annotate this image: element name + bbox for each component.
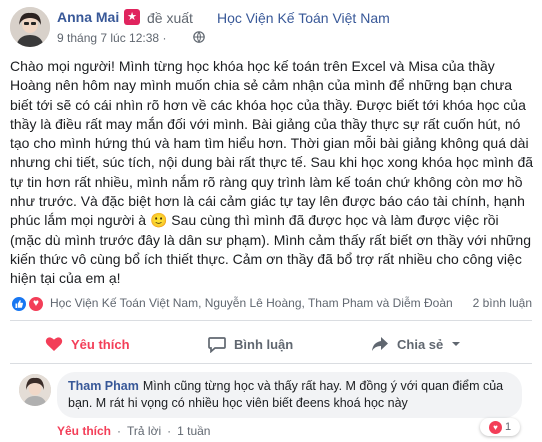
- comment-time[interactable]: 1 tuần: [177, 424, 210, 438]
- comment-reaction-badge[interactable]: ♥ 1: [480, 418, 520, 436]
- commenter-name[interactable]: Tham Pham: [68, 379, 139, 393]
- action-bar: Yêu thích Bình luận Chia sẻ: [0, 327, 542, 361]
- comment-label: Bình luận: [234, 336, 294, 352]
- reactions-bar: ♥ Học Viện Kế Toán Việt Nam, Nguyễn Lê H…: [0, 292, 542, 314]
- love-reaction-icon: ♥: [488, 420, 502, 434]
- recommend-text: đề xuất: [147, 10, 193, 26]
- post-header: Anna Mai ★ đề xuất Học Viện Kế Toán Việt…: [0, 0, 542, 52]
- divider: [10, 320, 532, 321]
- page-name-link[interactable]: Học Viện Kế Toán Việt Nam: [217, 10, 390, 26]
- globe-icon: [193, 31, 205, 43]
- like-label: Yêu thích: [71, 336, 130, 352]
- comment-reply-button[interactable]: Trả lời: [127, 424, 161, 438]
- share-icon: [372, 337, 388, 351]
- chevron-down-icon[interactable]: [449, 337, 463, 351]
- love-reaction-icon: ♥: [27, 295, 45, 313]
- like-button[interactable]: Yêu thích: [45, 327, 130, 361]
- comment-item: Tham Pham Mình cũng từng học và thấy rất …: [0, 370, 542, 442]
- recommend-badge-icon: ★: [124, 9, 140, 25]
- author-name[interactable]: Anna Mai: [57, 9, 119, 25]
- share-button[interactable]: Chia sẻ: [371, 327, 471, 361]
- like-reaction-icon: [10, 295, 28, 313]
- comment-actions: Yêu thích · Trả lời · 1 tuần: [57, 424, 210, 438]
- comment-content: Tham Pham Mình cũng từng học và thấy rất …: [68, 378, 520, 412]
- comment-icon: [208, 336, 226, 353]
- comments-count[interactable]: 2 bình luận: [473, 296, 532, 310]
- author-avatar[interactable]: [10, 7, 50, 47]
- post-body: Chào mọi người! Mình từng học khóa học k…: [10, 58, 534, 287]
- comment-like-button[interactable]: Yêu thích: [57, 424, 111, 438]
- meta-separator: ·: [162, 31, 167, 45]
- post-timestamp[interactable]: 9 tháng 7 lúc 12:38 ·: [57, 31, 166, 45]
- timestamp-text[interactable]: 9 tháng 7 lúc 12:38: [57, 31, 159, 45]
- heart-icon: [45, 337, 63, 351]
- share-label: Chia sẻ: [397, 336, 444, 352]
- commenter-avatar[interactable]: [19, 374, 51, 406]
- divider: [10, 363, 532, 364]
- comment-reaction-count: 1: [504, 421, 512, 433]
- comment-button[interactable]: Bình luận: [208, 327, 293, 361]
- reaction-names[interactable]: Học Viện Kế Toán Việt Nam, Nguyễn Lê Hoà…: [50, 296, 453, 310]
- separator: ·: [117, 424, 122, 438]
- separator: ·: [167, 424, 172, 438]
